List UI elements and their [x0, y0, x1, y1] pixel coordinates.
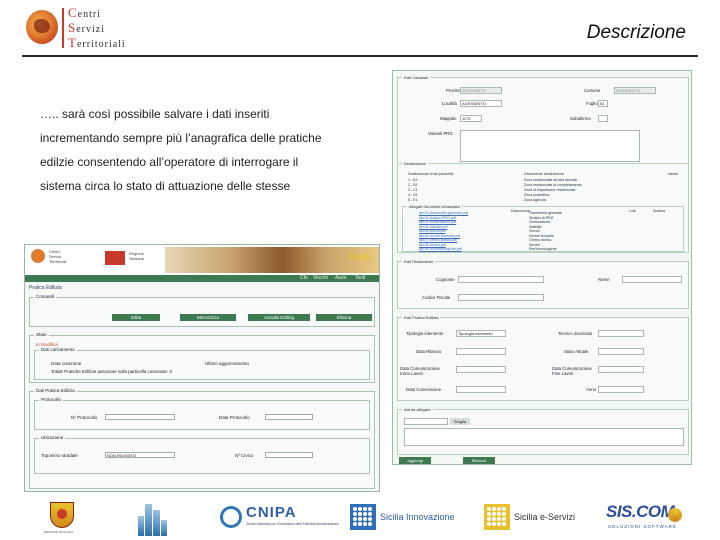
toponimo-input[interactable]: NON RILEVATO: [105, 452, 175, 458]
data-fine-lavori-input[interactable]: [598, 366, 644, 373]
dot-grid-icon: [484, 504, 510, 530]
pratica-edilizia-fieldset: Dati Pratica Edilizia Tipologia interven…: [397, 315, 689, 401]
data-protocollo-input[interactable]: [265, 414, 313, 420]
trinacria-shield-icon: [50, 502, 74, 528]
file-path-input[interactable]: [404, 418, 448, 425]
ubicazione-fieldset: Ubicazione Toponimo stradale NON RILEVAT…: [34, 435, 370, 474]
nav-link[interactable]: Cfo: [300, 275, 308, 282]
dati-pratica-fieldset: Dati Pratica Edilizia Protocollo Nº Prot…: [29, 388, 375, 489]
sfoglia-button[interactable]: Sfoglia: [450, 418, 470, 425]
cst-logo: Centri Servizi Territoriali: [22, 6, 132, 50]
annulla-editing-button[interactable]: Annulla Editing: [248, 314, 310, 321]
provincia-select[interactable]: AGRIGENTO: [460, 87, 502, 94]
regione-mini-logo-icon: [105, 251, 125, 265]
n-protocollo-input[interactable]: [105, 414, 175, 420]
nav-link[interactable]: Testi: [355, 275, 365, 282]
elimina-button[interactable]: Elimina: [316, 314, 372, 321]
sicilia-eservizi-logo: Sicilia e-Servizi: [484, 500, 584, 536]
edita-button[interactable]: Edita: [112, 314, 160, 321]
dati-catastali-fieldset: Dati Catastali Provincia AGRIGENTO Comun…: [397, 75, 689, 165]
cnipa-logo: CNIPA Centro Nazionale per l'Informatica…: [218, 500, 339, 536]
comune-select[interactable]: AGRIGENTO: [614, 87, 656, 94]
cst-emblem-icon: [26, 10, 58, 44]
allegato-fieldset: Atti da allegare Sfoglia: [397, 407, 689, 455]
app-screenshot-pratica: Centri Servizi Territoriali Regione Sicilia…: [24, 244, 380, 492]
partner-logos: REGIONE SICILIANA CNIPA Centro Nazionale…: [0, 496, 720, 540]
subalterno-input[interactable]: [598, 115, 608, 122]
destinazioni-fieldset: Destinazioni Destinazione d'uso particel…: [397, 161, 689, 253]
nav-link[interactable]: Aiuto: [335, 275, 346, 282]
varianti-prg-textarea[interactable]: [460, 130, 640, 162]
swirl-icon: [668, 508, 682, 522]
description-text: ….. sarà così possibile salvare i dati i…: [40, 107, 322, 193]
app-header: Centri Servizi Territoriali Regione Sicilia…: [25, 245, 379, 275]
app-screenshot-catasto: Dati Catastali Provincia AGRIGENTO Comun…: [392, 70, 692, 465]
tipologia-intervento-select[interactable]: Tipologia intervento: [456, 330, 506, 337]
richiedente-fieldset: Dati Richiedente Cognome Nome Codice Fis…: [397, 259, 689, 309]
totale-pratiche-text: Totale Pratiche Edilizie associate sulla…: [51, 369, 173, 374]
foglio-input[interactable]: 51: [598, 100, 608, 107]
aggiungi-button[interactable]: Aggiungi: [399, 457, 431, 464]
stato-fieldset: Stato In Modifica Dati caricamento Data …: [29, 332, 375, 383]
stato-attuale-select[interactable]: [598, 348, 644, 355]
anno-input[interactable]: [598, 386, 644, 393]
data-concessione-input[interactable]: [456, 386, 506, 393]
nav-link[interactable]: Vecchi: [313, 275, 328, 282]
cognome-input[interactable]: [458, 276, 544, 283]
allegato-desc: Reti tecnologiche: [529, 247, 557, 251]
mappale-input[interactable]: 1175: [460, 115, 482, 122]
comandi-fieldset: Comandi Edita Memorizza Annulla Editing …: [29, 294, 375, 327]
memorizza-button[interactable]: Memorizza: [180, 314, 236, 321]
protocollo-fieldset: Protocollo Nº Protocollo Data Protocollo: [34, 397, 370, 430]
regione-siciliana-logo: REGIONE SICILIANA: [44, 500, 80, 536]
rimuovi-button[interactable]: Rimuovi: [463, 457, 495, 464]
slide-title: Descrizione: [586, 22, 686, 43]
header-divider: [22, 55, 698, 57]
tecnico-incaricato-input[interactable]: [598, 330, 644, 337]
allegati-fieldset: Allegati Strumenti Urbanistici Descrizio…: [402, 204, 684, 252]
globe-icon: [220, 506, 242, 528]
dati-caricamento-fieldset: Dati caricamento Data creazione Ultimo a…: [34, 347, 370, 380]
breadcrumb[interactable]: Pratica Edilizia: [29, 285, 62, 291]
data-inizio-lavori-input[interactable]: [456, 366, 506, 373]
localita-select[interactable]: AGRIGENTO: [460, 100, 502, 107]
civico-input[interactable]: [265, 452, 313, 458]
siscom-logo: SIS.COM SOLUZIONI SOFTWARE: [606, 500, 686, 536]
app-banner: AAA: [165, 247, 379, 273]
dest-desc: Zona agricola: [524, 198, 546, 202]
app-navbar: Cfo Vecchi Aiuto Testi: [25, 275, 379, 282]
slide: Centri Servizi Territoriali Descrizione …: [0, 0, 720, 540]
dot-grid-icon: [350, 504, 376, 530]
nome-input[interactable]: [622, 276, 682, 283]
allegati-list[interactable]: [404, 428, 684, 446]
data-rilascio-input[interactable]: [456, 348, 506, 355]
towers-logo-icon: [134, 500, 170, 536]
allegato-link[interactable]: tav.09 reti tecnologiche.pdf: [419, 247, 462, 252]
cst-logo-text: Centri Servizi Territoriali: [68, 5, 126, 50]
codice-fiscale-input[interactable]: [458, 294, 544, 301]
sicilia-innovazione-logo: Sicilia Innovazione: [350, 500, 455, 536]
cst-mini-logo-icon: [31, 249, 45, 263]
dest-code: 5 - E1: [408, 198, 418, 202]
